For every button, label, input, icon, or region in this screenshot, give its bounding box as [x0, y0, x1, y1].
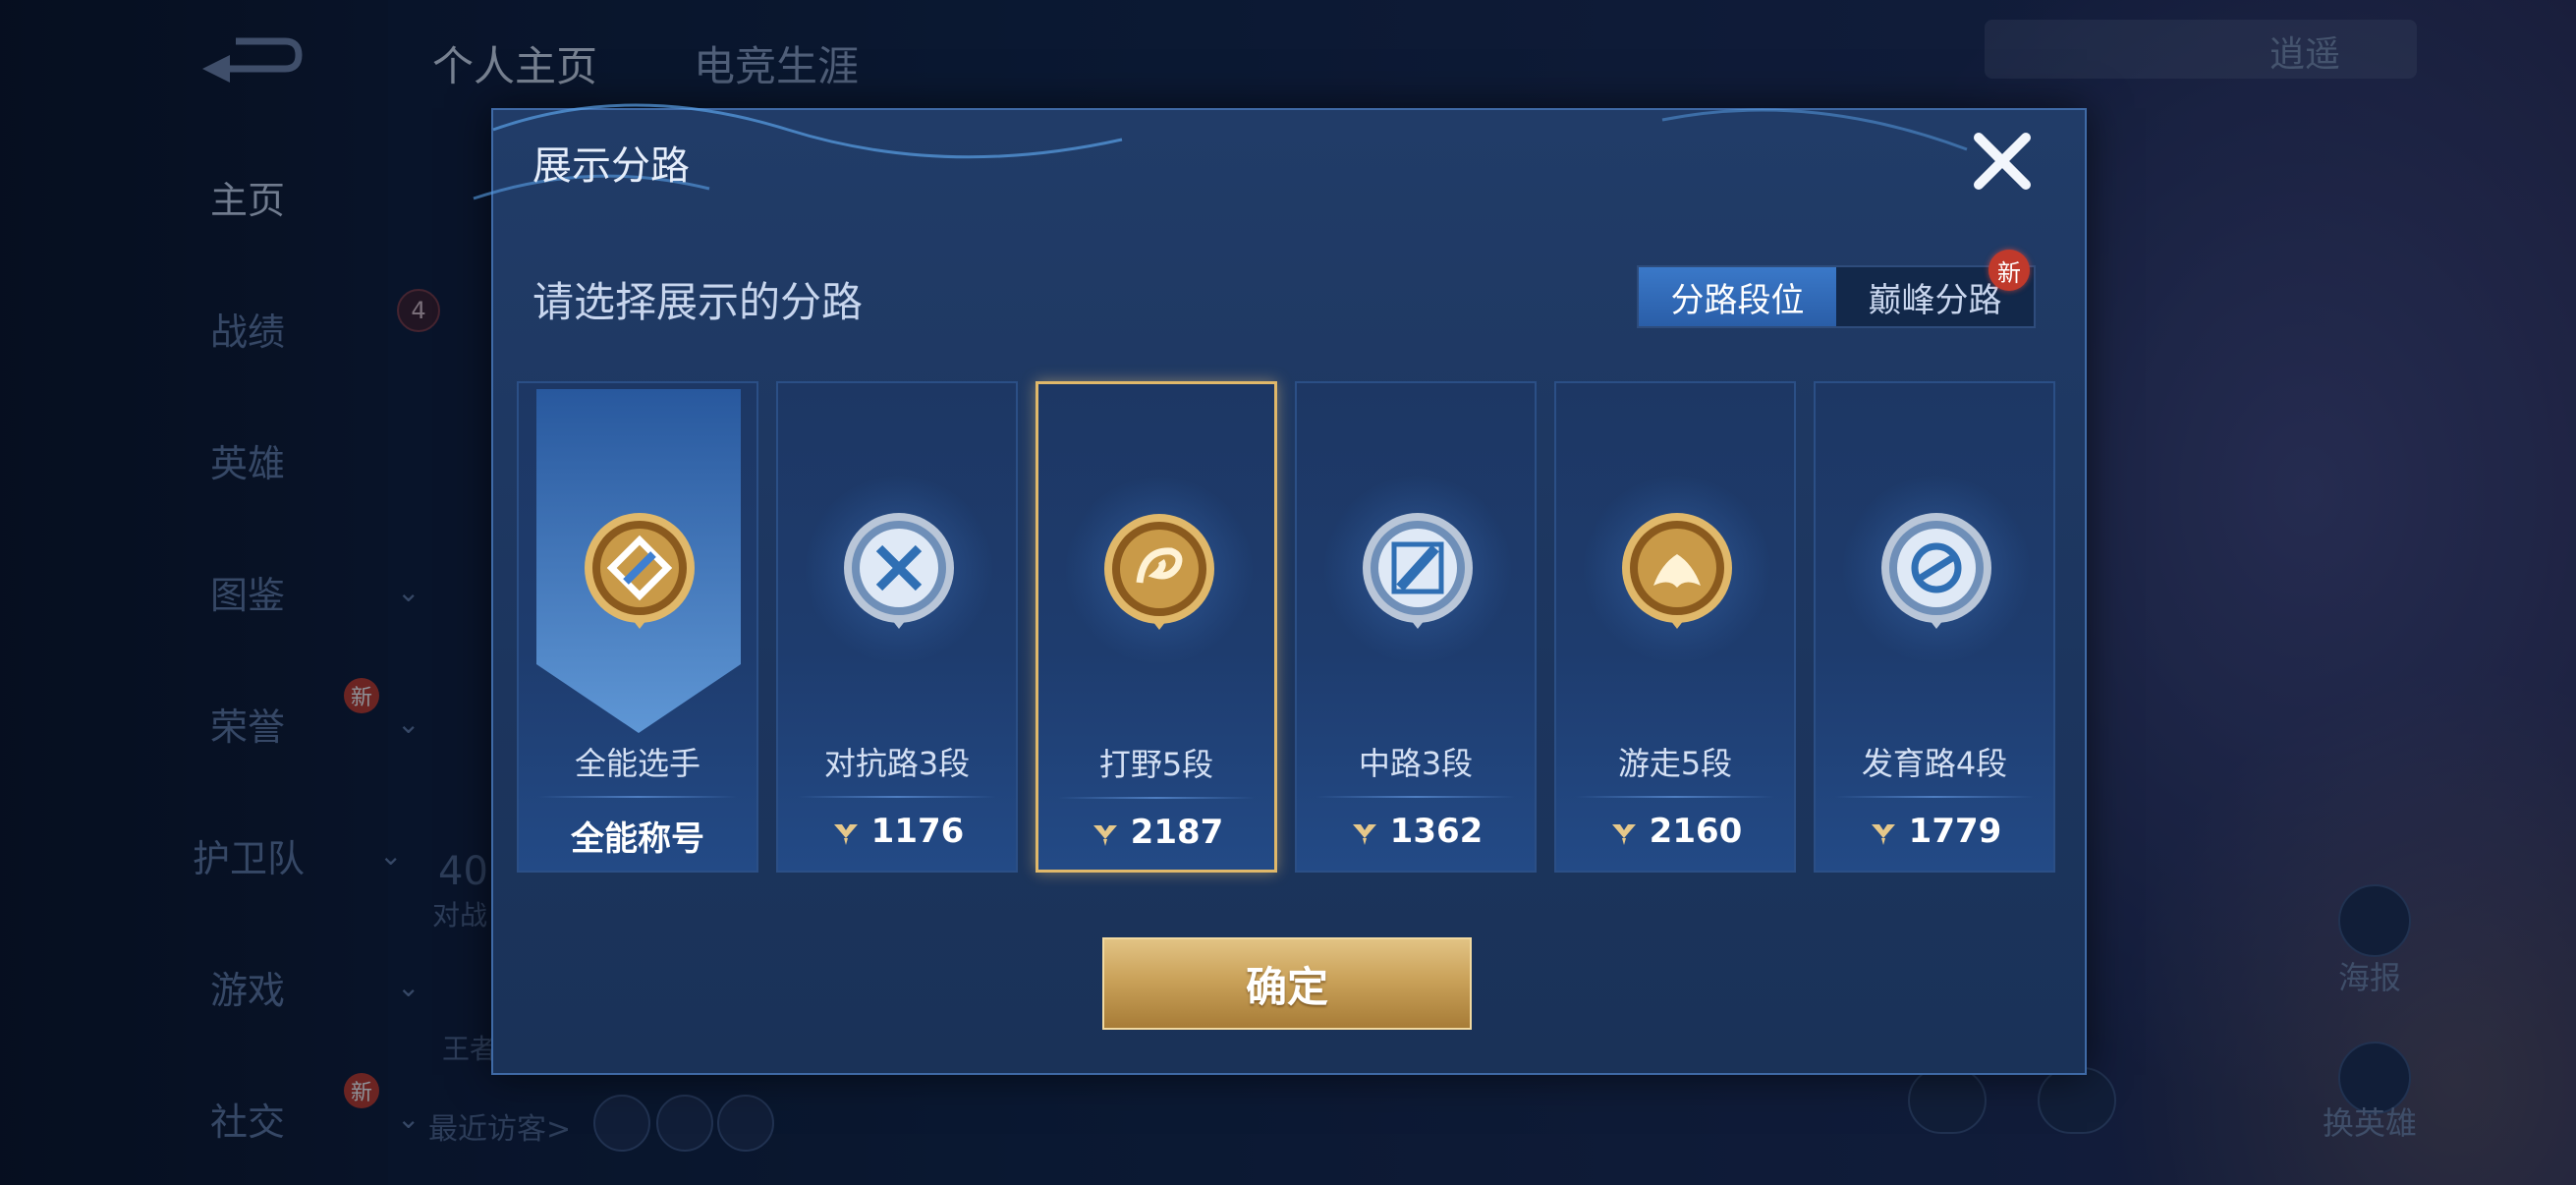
lane-card-label: 游走5段 [1617, 745, 1733, 782]
lane-card-score-value: 2187 [1130, 813, 1224, 852]
lane-card[interactable]: 中路3段 1362 [1295, 381, 1537, 873]
lane-card[interactable]: 对抗路3段 1176 [776, 381, 1018, 873]
lane-card-label: 全能选手 [574, 745, 700, 782]
lane-card-label: 发育路4段 [1861, 745, 2008, 782]
power-points-icon [833, 824, 858, 845]
divider [538, 796, 737, 798]
display-lane-dialog: 展示分路 请选择展示的分路 分路段位 巅峰分路 新 全能选手 全能称号 对抗路3段 1… [473, 103, 2087, 1075]
lane-card-score: 1779 [1816, 812, 2053, 851]
farm-lane-medal-icon [1877, 509, 1995, 637]
dialog-subtitle: 请选择展示的分路 [532, 278, 864, 326]
divider [1316, 796, 1515, 798]
divider [798, 796, 996, 798]
lane-cards: 全能选手 全能称号 对抗路3段 1176 打野5段 2187 中路3段 1362 游走5段 216… [517, 381, 2069, 873]
lane-card-score: 全能称号 [519, 812, 756, 860]
lane-card[interactable]: 游走5段 2160 [1554, 381, 1796, 873]
lane-card-score-value: 全能称号 [571, 819, 704, 859]
divider [1835, 796, 2034, 798]
lane-card-label: 对抗路3段 [823, 745, 971, 782]
jungle-dragon-medal-icon [1100, 510, 1218, 638]
lane-card-label: 中路3段 [1358, 745, 1474, 782]
lane-mode-toggle: 分路段位 巅峰分路 [1637, 265, 2036, 328]
lane-card-label: 打野5段 [1098, 746, 1214, 783]
lane-card[interactable]: 全能选手 全能称号 [517, 381, 758, 873]
lane-card-score: 2160 [1556, 812, 1794, 851]
lane-card-score: 1362 [1297, 812, 1535, 851]
power-points-icon [1352, 824, 1376, 845]
divider [1576, 796, 1774, 798]
mid-lane-medal-icon [1359, 509, 1477, 637]
close-icon[interactable] [1965, 124, 2040, 198]
roam-wings-medal-icon [1618, 509, 1736, 637]
confirm-button[interactable]: 确定 [1102, 937, 1472, 1030]
lane-card-score: 2187 [1038, 813, 1274, 852]
toggle-lane-rank[interactable]: 分路段位 [1639, 267, 1836, 326]
lane-card[interactable]: 打野5段 2187 [1036, 381, 1277, 873]
lane-card-score-value: 1176 [870, 812, 965, 851]
dialog-title: 展示分路 [532, 143, 690, 189]
lane-card[interactable]: 发育路4段 1779 [1814, 381, 2055, 873]
lane-card-score: 1176 [778, 812, 1016, 851]
power-points-icon [1611, 824, 1636, 845]
clash-lane-medal-icon [840, 509, 958, 637]
all-round-medal-icon [581, 509, 699, 637]
power-points-icon [1871, 824, 1895, 845]
divider [1058, 797, 1255, 799]
power-points-icon [1092, 825, 1117, 846]
lane-card-score-value: 1779 [1908, 812, 2002, 851]
lane-card-score-value: 1362 [1389, 812, 1484, 851]
lane-card-score-value: 2160 [1649, 812, 1743, 851]
new-badge: 新 [1988, 250, 2030, 291]
